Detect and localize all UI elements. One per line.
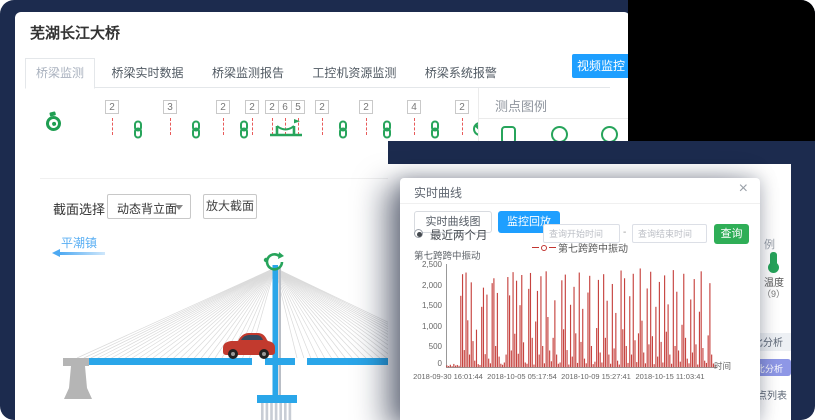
sensor-dash-line [223,118,224,135]
x-tick-label: 2018-10-05 05:17:54 [487,372,557,381]
enlarge-section-button[interactable]: 放大截面 [203,194,257,219]
tab-bridge-monitor[interactable]: 桥梁监测 [25,58,95,89]
section-select-dropdown[interactable]: 动态背立面 [107,194,191,219]
point-legend-title: 测点图例 [495,96,547,115]
tab-monitor-report[interactable]: 桥梁监测报告 [200,58,296,88]
foundation-cap [257,395,297,403]
x-tick-label: 2018-10-15 11:03:41 [635,372,704,381]
chain-link-icon[interactable] [132,120,144,144]
modal-title: 实时曲线 [414,184,462,201]
y-tick-label: 1,500 [412,301,442,310]
timer-icon[interactable] [44,114,62,132]
tower-shadow [279,268,282,396]
panel-divider [479,118,631,119]
bridge-sensor-icon[interactable] [268,118,304,143]
recent-two-months-radio[interactable] [414,229,423,238]
page-title: 芜湖长江大桥 [30,22,120,43]
sensor-dash-line [462,118,463,135]
foundation-piles [261,403,291,420]
compare-section-header: 对比分析 [757,333,791,351]
section-select-value: 动态背立面 [117,200,177,217]
thermometer-icon[interactable] [770,252,777,266]
sensor-dash-line [112,118,113,135]
tab-realtime-data[interactable]: 桥梁实时数据 [99,58,195,88]
x-tick-label: 2018-10-09 15:27:41 [561,372,631,381]
chain-link-icon[interactable] [190,120,202,144]
black-overlay-region [628,0,815,148]
point-list-label: 测点列表 [757,386,791,400]
direction-label: 平潮镇 [61,234,97,251]
sensor-dash-line [366,118,367,135]
sensor-dash-line [170,118,171,135]
bridge-deck [70,358,405,365]
badge-value: 5 [291,100,305,114]
modal-header-divider [400,203,760,204]
legend-header-fragment: 例 [764,236,775,252]
sensor-dash-line [414,118,415,135]
y-tick-label: 0 [412,359,442,368]
y-tick-label: 500 [412,342,442,351]
bridge-tower [273,265,279,400]
badge-value: 4 [407,100,421,114]
tab-ipc-resource[interactable]: 工控机资源监测 [300,58,408,88]
badge-value: 2 [359,100,373,114]
chain-link-icon[interactable] [238,120,250,144]
badge-value: 6 [278,100,292,114]
badge-value: 2 [315,100,329,114]
realtime-curve-modal: 实时曲线 × 实时曲线图 监控回放 最近两个月 - 查询 第七跨跨中振动 第七跨… [400,178,760,420]
sensor-dash-line [322,118,323,135]
x-tick-label: 2018-09-30 16:01:44 [413,372,483,381]
badge-value: 2 [105,100,119,114]
chevron-down-icon [175,205,183,210]
left-pier [63,358,92,399]
chart-plot [446,264,718,370]
background-band [388,141,815,164]
y-tick-label: 2,000 [412,281,442,290]
close-icon[interactable]: × [739,180,748,198]
chain-link-icon[interactable] [337,120,349,144]
badge-value: 2 [265,100,279,114]
date-separator: - [623,227,626,238]
badge-value: 2 [216,100,230,114]
compare-analysis-button[interactable]: 对比分析 [757,359,791,376]
temperature-count: （9） [762,287,785,300]
main-tabbar: 桥梁监测 桥梁实时数据 桥梁监测报告 工控机资源监测 桥梁系统报警 [25,58,610,88]
x-axis-name: 时间 [714,360,731,372]
sensor-dash-line [252,118,253,135]
vibration-chart: 第七跨跨中振动 2,5002,0001,5001,0005000 2018-09… [412,248,752,416]
y-tick-label: 2,500 [412,260,442,269]
car-graphic [223,333,275,359]
badge-value: 2 [245,100,259,114]
app-window: 芜湖长江大桥 桥梁监测 桥梁实时数据 桥梁监测报告 工控机资源监测 桥梁系统报警… [0,0,815,420]
bridge-diagram [35,252,405,420]
video-monitor-button[interactable]: 视频监控 [572,54,630,78]
badge-value: 3 [163,100,177,114]
tab-system-alarm[interactable]: 桥梁系统报警 [413,58,509,88]
sensor-bar: 23222652242 [15,94,495,146]
badge-value: 2 [455,100,469,114]
y-tick-label: 1,000 [412,322,442,331]
